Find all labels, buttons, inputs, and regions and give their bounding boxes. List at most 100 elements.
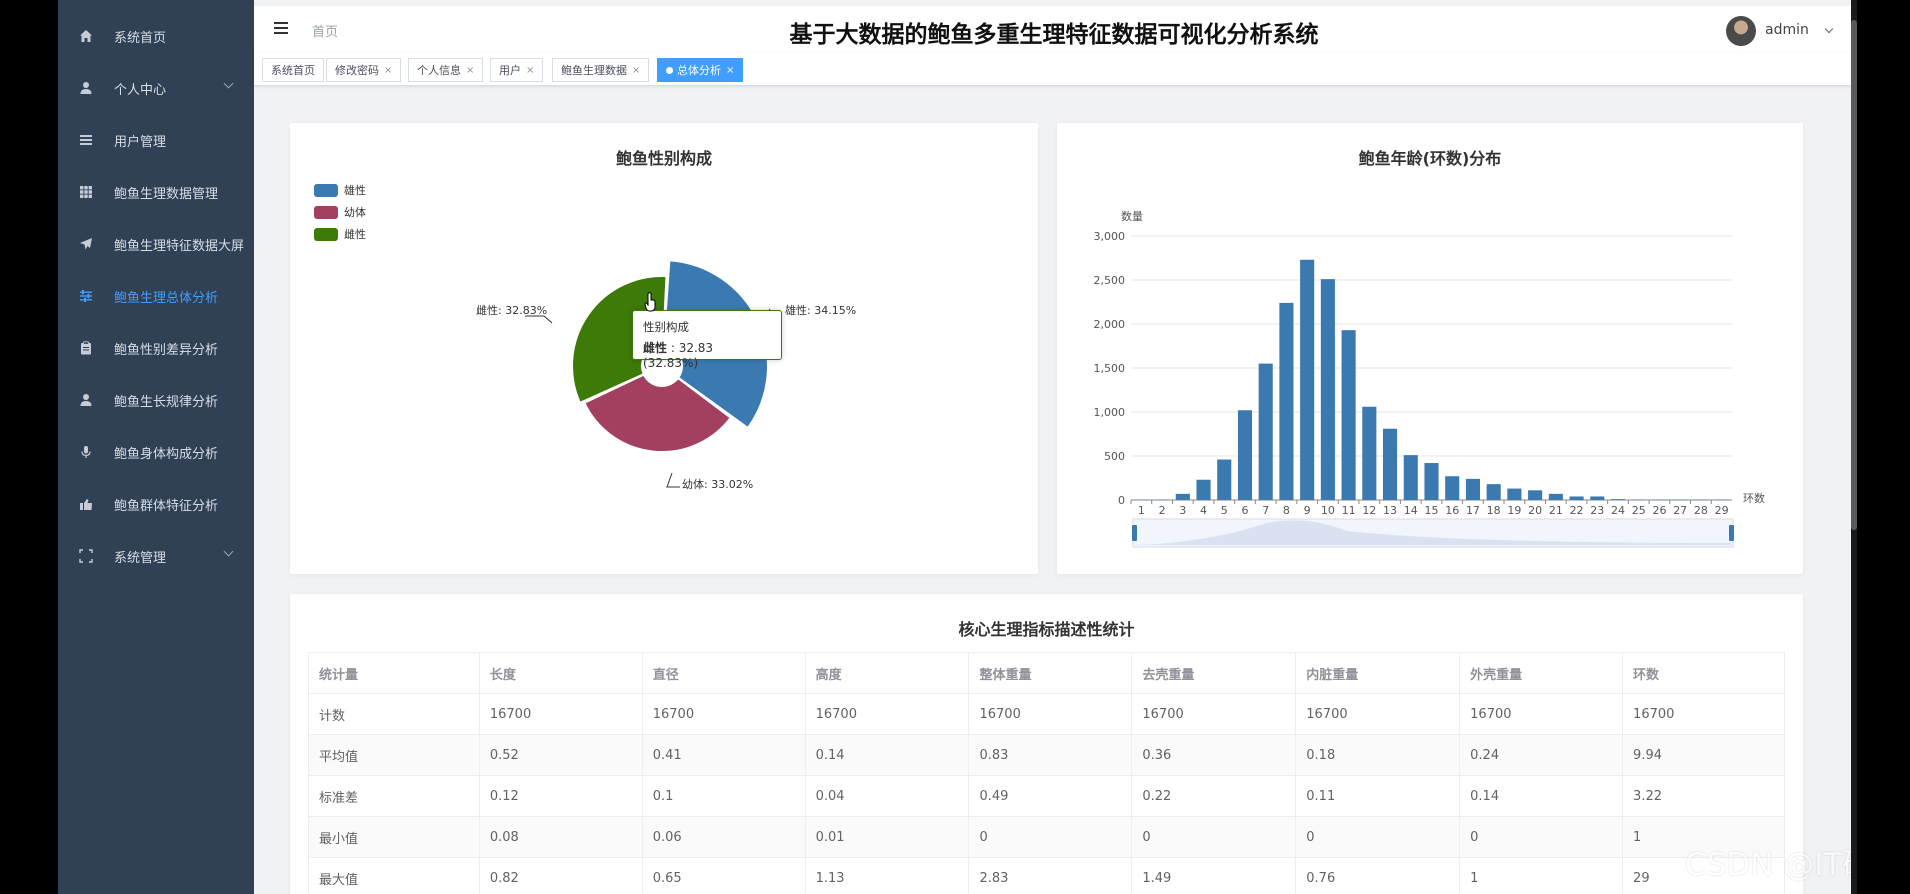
table-cell: 0.41 [641, 734, 806, 776]
bar-ring-16[interactable] [1445, 476, 1460, 500]
sidebar-item-label: 鲍鱼性别差异分析 [114, 342, 219, 358]
y-axis-label: 数量 [1121, 210, 1143, 223]
table-cell: 16700 [1295, 693, 1461, 735]
sidebar-item-group-analysis[interactable]: 鲍鱼群体特征分析 [58, 478, 254, 530]
close-icon[interactable]: × [726, 65, 734, 76]
table-header-cell: 统计量 [308, 652, 480, 694]
y-tick-label: 3,000 [1094, 230, 1126, 243]
scrollbar-thumb[interactable] [1851, 20, 1857, 530]
hamburger-icon[interactable] [274, 22, 288, 34]
bar-ring-3[interactable] [1175, 493, 1190, 500]
bar-ring-19[interactable] [1507, 488, 1522, 500]
expand-icon [78, 548, 94, 564]
table-cell: 0.08 [478, 816, 643, 858]
x-tick-label: 9 [1304, 504, 1311, 517]
y-tick-label: 2,500 [1094, 274, 1126, 287]
bar-ring-22[interactable] [1569, 496, 1584, 500]
bar-ring-12[interactable] [1362, 406, 1377, 500]
table-cell: 16700 [1459, 693, 1624, 735]
x-tick-label: 5 [1221, 504, 1228, 517]
bar-ring-10[interactable] [1320, 279, 1335, 500]
y-tick-label: 1,500 [1094, 362, 1126, 375]
bar-ring-21[interactable] [1548, 493, 1563, 500]
bar-chart-card: 鲍鱼年龄(环数)分布 0 500 1,000 1,500 2,000 2,500 3,000… [1057, 123, 1803, 574]
hand-cursor-icon [644, 292, 656, 312]
x-tick-label: 29 [1715, 504, 1729, 517]
close-icon[interactable]: × [384, 65, 392, 76]
x-tick-label: 25 [1632, 504, 1646, 517]
username[interactable]: admin [1765, 22, 1809, 38]
bar-ring-24[interactable] [1610, 499, 1626, 500]
x-tick-label: 21 [1549, 504, 1563, 517]
table-cell: 16700 [478, 693, 643, 735]
bar-ring-18[interactable] [1486, 484, 1501, 500]
sidebar-item-label: 用户管理 [114, 134, 167, 150]
tooltip-title: 性别构成 [643, 320, 689, 334]
table-row: 最大值 0.82 0.65 1.13 2.83 1.49 0.76 1 29 [308, 857, 1785, 894]
sidebar-item-growth-analysis[interactable]: 鲍鱼生长规律分析 [58, 374, 254, 426]
table-cell: 16700 [1131, 693, 1297, 735]
sidebar-item-home[interactable]: 系统首页 [58, 10, 254, 62]
sidebar-item-user-management[interactable]: 用户管理 [58, 114, 254, 166]
close-icon[interactable]: × [466, 65, 474, 76]
avatar[interactable] [1726, 16, 1756, 46]
table-cell: 0 [1295, 816, 1461, 858]
tab-system-home[interactable]: 系统首页 [262, 58, 324, 82]
bar-ring-14[interactable] [1403, 455, 1418, 500]
tab-users[interactable]: 用户 × [490, 58, 544, 82]
table-cell: 0.14 [1459, 775, 1624, 817]
tooltip-separator: : [667, 341, 679, 355]
table-cell: 9.94 [1622, 734, 1785, 776]
sidebar-item-overall-analysis[interactable]: 鲍鱼生理总体分析 [58, 270, 254, 322]
data-zoom-slider[interactable] [1132, 518, 1734, 548]
tab-personal-info[interactable]: 个人信息 × [408, 58, 484, 82]
x-tick-label: 23 [1590, 504, 1604, 517]
user-icon [78, 80, 94, 96]
list-icon [78, 132, 94, 148]
table-row: 标准差 0.12 0.1 0.04 0.49 0.22 0.11 0.14 3.22 [308, 775, 1785, 817]
mic-icon [78, 444, 94, 460]
bar-ring-8[interactable] [1279, 302, 1294, 500]
sidebar-item-label: 系统首页 [114, 30, 167, 46]
x-tick-label: 28 [1694, 504, 1708, 517]
tab-overall-analysis[interactable]: 总体分析 × [657, 58, 744, 82]
sidebar-item-label: 鲍鱼群体特征分析 [114, 498, 219, 514]
bar-ring-5[interactable] [1217, 459, 1232, 500]
bar-ring-17[interactable] [1465, 478, 1480, 500]
zoom-handle-left[interactable] [1132, 525, 1137, 541]
sidebar-item-data-screen[interactable]: 鲍鱼生理特征数据大屏 [58, 218, 254, 270]
chevron-down-icon[interactable] [1824, 24, 1834, 34]
app-root: 系统首页 个人中心 用户管理 鲍鱼生理数据管理 鲍鱼生理特征数据大屏 鲍鱼生理总… [58, 0, 1851, 894]
zoom-handle-right[interactable] [1729, 525, 1734, 541]
bar-ring-20[interactable] [1528, 490, 1543, 500]
page-title: 基于大数据的鲍鱼多重生理特征数据可视化分析系统 [789, 22, 1319, 48]
bar-ring-7[interactable] [1258, 363, 1273, 500]
bar-ring-23[interactable] [1590, 496, 1605, 500]
x-tick-label: 16 [1445, 504, 1459, 517]
bar-ring-13[interactable] [1383, 428, 1398, 500]
window-scrollbar[interactable] [1851, 0, 1857, 894]
bar-ring-4[interactable] [1196, 479, 1211, 500]
close-icon[interactable]: × [632, 65, 640, 76]
sidebar-item-personal-center[interactable]: 个人中心 [58, 62, 254, 114]
tab-label: 系统首页 [271, 64, 315, 77]
bar-ring-9[interactable] [1300, 259, 1315, 500]
table-cell: 0.22 [1131, 775, 1297, 817]
sidebar-item-data-management[interactable]: 鲍鱼生理数据管理 [58, 166, 254, 218]
x-tick-label: 20 [1528, 504, 1542, 517]
active-dot-icon [666, 66, 673, 74]
bar-ring-6[interactable] [1237, 410, 1253, 500]
tab-change-password[interactable]: 修改密码 × [326, 58, 402, 82]
sidebar-item-body-analysis[interactable]: 鲍鱼身体构成分析 [58, 426, 254, 478]
bar-ring-11[interactable] [1341, 330, 1356, 500]
sidebar-item-label: 个人中心 [114, 82, 167, 98]
table-header-cell: 高度 [804, 652, 970, 694]
sidebar-item-gender-analysis[interactable]: 鲍鱼性别差异分析 [58, 322, 254, 374]
sidebar-item-system-management[interactable]: 系统管理 [58, 530, 254, 582]
y-tick-label: 500 [1104, 450, 1125, 463]
close-icon[interactable]: × [526, 65, 534, 76]
bar-ring-15[interactable] [1424, 463, 1439, 500]
breadcrumb[interactable]: 首页 [312, 21, 338, 40]
x-tick-label: 15 [1425, 504, 1439, 517]
tab-abalone-data[interactable]: 鲍鱼生理数据 × [552, 58, 650, 82]
